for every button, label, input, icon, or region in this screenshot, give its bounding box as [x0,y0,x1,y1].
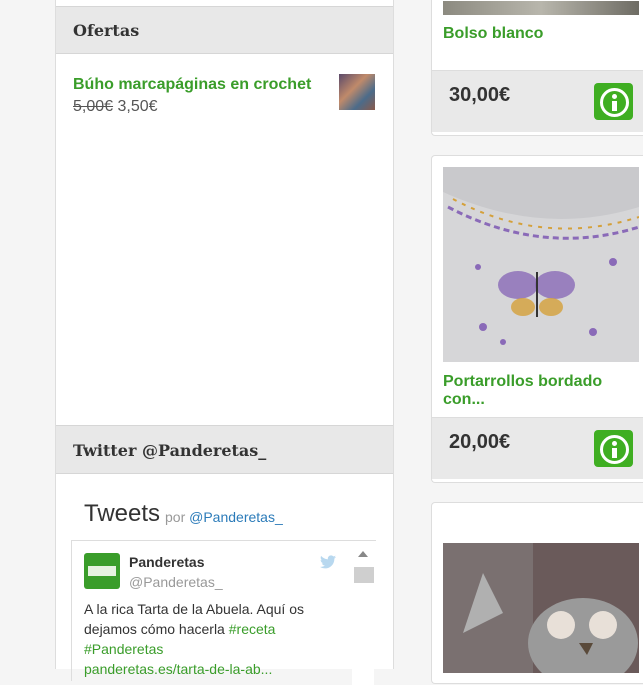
product-name-link[interactable]: Bolso blanco [443,25,543,43]
owl-bookmark-thumbnail[interactable] [339,74,375,110]
info-icon [600,435,629,464]
tweet-author-name[interactable]: Panderetas [129,554,204,570]
product-name-link[interactable]: Portarrollos bordado con... [443,373,602,409]
product-name-line1: Portarrollos bordado [443,373,603,390]
info-icon [600,88,629,117]
tweets-by-handle-link[interactable]: @Panderetas_ [189,509,283,525]
embroidered-butterfly-photo[interactable] [443,167,639,362]
old-price: 5,00€ [73,98,114,115]
product-card: Portarrollos bordado con... 20,00€ [431,155,643,483]
tweets-by: por @Panderetas_ [165,509,283,525]
info-button[interactable] [594,83,633,120]
product-card: Bolso blanco 30,00€ [431,0,643,136]
twitter-widget-title: Twitter @Panderetas_ [56,425,393,474]
hashtag-link[interactable]: #receta [229,621,276,637]
hashtag-link[interactable]: #Panderetas [84,641,163,657]
tweet-text: A la rica Tarta de la Abuela. Aquí os de… [84,599,314,679]
info-button[interactable] [594,430,633,467]
tweets-by-label: por [165,509,186,525]
product-price: 20,00€ [449,431,511,453]
offer-prices: 5,00€ 3,50€ [73,98,158,116]
timeline-scrollbar[interactable] [352,545,374,685]
sidebar: Ofertas Búho marcapáginas en crochet 5,0… [55,0,394,685]
scrollbar-thumb[interactable] [354,567,374,583]
product-price-bar: 20,00€ [432,417,643,479]
white-bag-photo[interactable] [443,1,639,15]
tweet-author-handle[interactable]: @Panderetas_ [129,574,223,590]
avatar[interactable] [84,553,120,589]
scroll-up-arrow-icon[interactable] [358,551,368,557]
crochet-owl-hat-photo[interactable] [443,543,639,673]
product-price: 30,00€ [449,84,511,106]
offer-item-link[interactable]: Búho marcapáginas en crochet [73,76,311,94]
tweet-feed[interactable]: Panderetas @Panderetas_ A la rica Tarta … [71,540,376,685]
twitter-bird-icon[interactable] [320,555,336,569]
tweet-url-link[interactable]: panderetas.es/tarta-de-la-ab... [84,661,272,677]
tweets-heading: Tweets [84,500,161,527]
twitter-timeline: Tweets por @Panderetas_ Panderetas @Pand… [71,474,377,685]
offers-widget-title: Ofertas [56,6,393,54]
product-price-bar: 30,00€ [432,70,643,132]
product-card [431,502,643,684]
product-name-line2: con... [443,391,485,408]
new-price: 3,50€ [117,98,158,115]
